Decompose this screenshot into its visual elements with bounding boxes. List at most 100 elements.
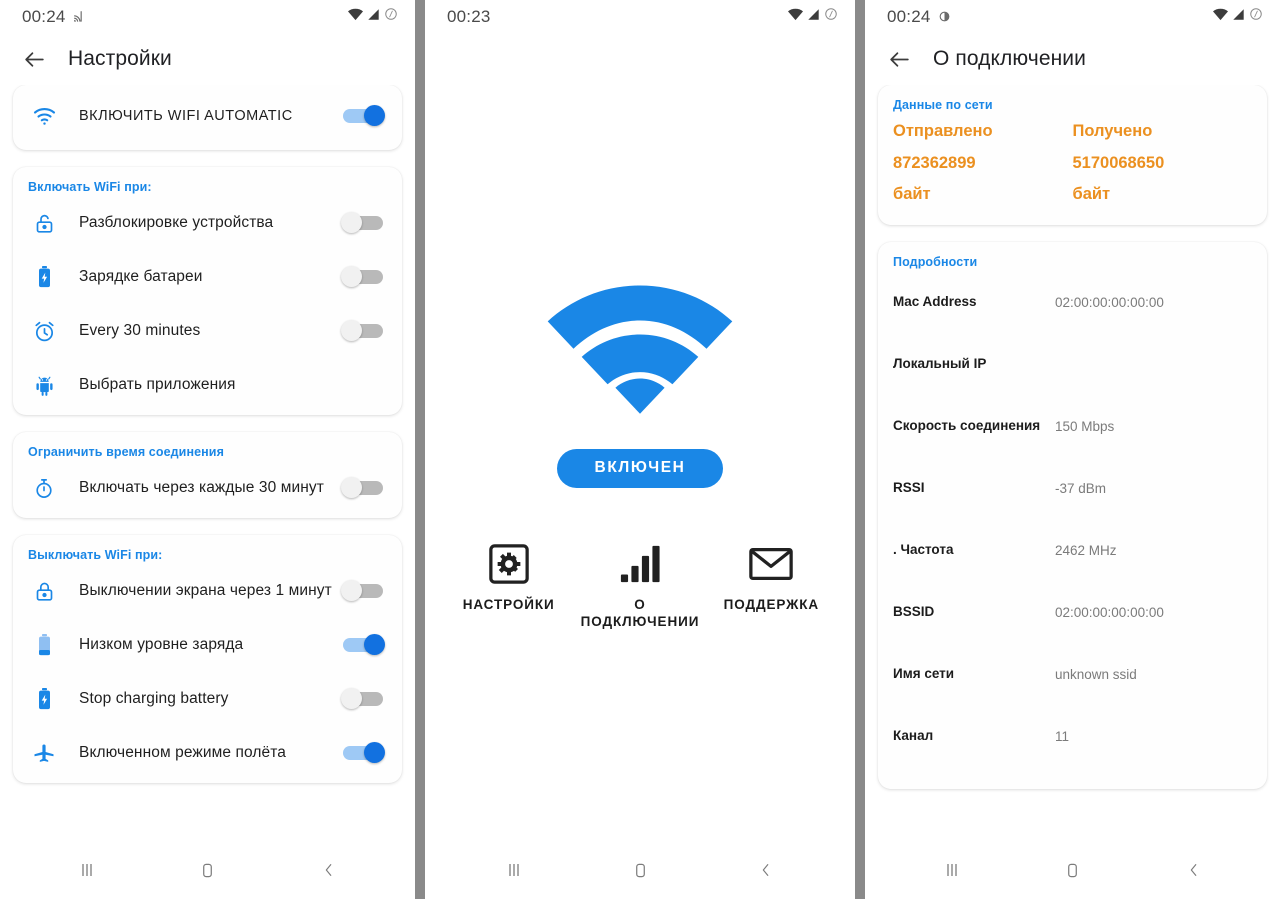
toggle-every-30-minutes[interactable] — [341, 320, 385, 342]
toggle-thumb — [341, 688, 362, 709]
wifi-status-icon — [788, 8, 803, 26]
row-label: Every 30 minutes — [79, 322, 201, 339]
row-label: Разблокировке устройства — [79, 214, 274, 231]
envelope-icon — [748, 540, 794, 588]
row-enable-wifi-automatic[interactable]: ВКЛЮЧИТЬ WIFI AUTOMATIC — [13, 85, 402, 147]
detail-key: Mac Address — [893, 294, 977, 310]
phone-screen-connection-info: 00:24 О подключении Данные по сети Отпра… — [865, 0, 1280, 899]
status-bar-indicators — [1213, 7, 1263, 26]
back-nav-button[interactable] — [303, 848, 355, 892]
wifi-logo-icon — [529, 255, 751, 422]
network-data-sent: Отправлено 872362899 байт — [893, 116, 1073, 211]
screen-divider-1 — [415, 0, 425, 899]
back-button[interactable] — [14, 39, 54, 79]
unlock-icon — [29, 212, 59, 235]
status-bar: 00:24 — [0, 0, 415, 33]
battery-circle-icon — [384, 7, 398, 26]
back-button[interactable] — [879, 39, 919, 79]
detail-row-rssi: RSSI -37 dBm — [878, 457, 1267, 519]
phone-screen-home: 00:23 ВКЛЮЧЕН НАСТРОЙКИ О ПОДКЛЮЧЕНИИ ПО… — [425, 0, 855, 899]
recents-button[interactable] — [488, 848, 540, 892]
section-title: Ограничить время соединения — [28, 445, 224, 459]
toggle-thumb — [341, 212, 362, 233]
wifi-status-pill[interactable]: ВКЛЮЧЕН — [556, 449, 724, 488]
row-label: Выбрать приложения — [79, 376, 236, 393]
network-data-received: Получено 5170068650 байт — [1073, 116, 1253, 211]
home-action-bar: НАСТРОЙКИ О ПОДКЛЮЧЕНИИ ПОДДЕРЖКА — [425, 540, 855, 631]
section-title: Данные по сети — [893, 98, 993, 112]
row-screen-off[interactable]: Выключении экрана через 1 минут — [13, 564, 402, 618]
toggle-low-battery[interactable] — [341, 634, 385, 656]
row-label: Включенном режиме полёта — [79, 744, 286, 761]
detail-value: 150 Mbps — [1055, 418, 1115, 434]
settings-scroll-area[interactable]: ВКЛЮЧИТЬ WIFI AUTOMATIC Включать WiFi пр… — [0, 85, 415, 841]
recents-button[interactable] — [926, 848, 978, 892]
recents-button[interactable] — [61, 848, 113, 892]
status-bar-indicators — [348, 7, 398, 26]
detail-row-frequency: . Частота 2462 MHz — [878, 519, 1267, 581]
navigation-bar — [425, 841, 855, 899]
detail-row-local-ip: Локальный IP — [878, 333, 1267, 395]
toggle-screen-off[interactable] — [341, 580, 385, 602]
toggle-wifi-automatic[interactable] — [341, 105, 385, 127]
toggle-airplane-mode[interactable] — [341, 742, 385, 764]
stopwatch-icon — [29, 477, 59, 500]
row-unlock-device[interactable]: Разблокировке устройства — [13, 196, 402, 250]
row-label: Stop charging battery — [79, 690, 229, 707]
status-bar-clock: 00:23 — [447, 6, 491, 26]
sent-label: Отправлено — [893, 122, 993, 140]
section-title: Включать WiFi при: — [28, 180, 152, 194]
detail-value: unknown ssid — [1055, 666, 1137, 682]
toggle-unlock-device[interactable] — [341, 212, 385, 234]
sent-unit: байт — [893, 185, 931, 204]
cellular-signal-icon — [807, 8, 820, 26]
row-every-30-minutes[interactable]: Every 30 minutes — [13, 304, 402, 358]
phone-screen-settings: 00:24 Настройки ВКЛЮЧИТЬ WIFI AUTOMATIC … — [0, 0, 415, 899]
row-label: Низком уровне заряда — [79, 636, 244, 653]
row-label: ВКЛЮЧИТЬ WIFI AUTOMATIC — [79, 108, 293, 124]
toggle-thumb — [364, 105, 385, 126]
row-low-battery[interactable]: Низком уровне заряда — [13, 618, 402, 672]
cellular-signal-icon — [367, 8, 380, 26]
action-settings[interactable]: НАСТРОЙКИ — [443, 540, 574, 614]
toggle-battery-charging[interactable] — [341, 266, 385, 288]
app-bar: О подключении — [865, 33, 1280, 85]
cast-icon — [73, 10, 87, 24]
action-connection-info[interactable]: О ПОДКЛЮЧЕНИИ — [574, 540, 705, 631]
wifi-icon — [29, 106, 59, 126]
alarm-clock-icon — [29, 320, 59, 343]
home-button[interactable] — [182, 848, 234, 892]
back-nav-button[interactable] — [740, 848, 792, 892]
navigation-bar — [0, 841, 415, 899]
gear-in-square-icon — [488, 540, 530, 588]
detail-key: BSSID — [893, 604, 935, 620]
detail-value: -37 dBm — [1055, 480, 1107, 496]
row-stop-charging[interactable]: Stop charging battery — [13, 672, 402, 726]
detail-row-channel: Канал 11 — [878, 705, 1267, 767]
toggle-limit-connection-time[interactable] — [341, 477, 385, 499]
status-bar-clock: 00:24 — [22, 6, 66, 26]
row-label: Зарядке батареи — [79, 268, 203, 285]
section-title: Выключать WiFi при: — [28, 548, 163, 562]
home-button[interactable] — [1047, 848, 1099, 892]
toggle-thumb — [364, 742, 385, 763]
row-select-apps[interactable]: Выбрать приложения — [13, 358, 402, 412]
back-nav-button[interactable] — [1168, 848, 1220, 892]
action-label: О ПОДКЛЮЧЕНИИ — [580, 597, 700, 629]
action-support[interactable]: ПОДДЕРЖКА — [706, 540, 837, 614]
toggle-thumb — [341, 266, 362, 287]
action-label: НАСТРОЙКИ — [462, 597, 555, 612]
connection-scroll-area[interactable]: Данные по сети Отправлено 872362899 байт… — [865, 85, 1280, 841]
status-bar-clock: 00:24 — [887, 6, 931, 26]
detail-value: 11 — [1055, 728, 1070, 744]
toggle-stop-charging[interactable] — [341, 688, 385, 710]
page-title: О подключении — [933, 47, 1086, 70]
row-enable-every-30-minutes[interactable]: Включать через каждые 30 минут — [13, 461, 402, 515]
sync-icon — [938, 10, 951, 23]
home-button[interactable] — [614, 848, 666, 892]
wifi-status-icon — [348, 8, 363, 26]
three-phone-screenshots: 00:24 Настройки ВКЛЮЧИТЬ WIFI AUTOMATIC … — [0, 0, 1280, 899]
row-battery-charging[interactable]: Зарядке батареи — [13, 250, 402, 304]
row-airplane-mode[interactable]: Включенном режиме полёта — [13, 726, 402, 780]
wifi-status-icon — [1213, 8, 1228, 26]
